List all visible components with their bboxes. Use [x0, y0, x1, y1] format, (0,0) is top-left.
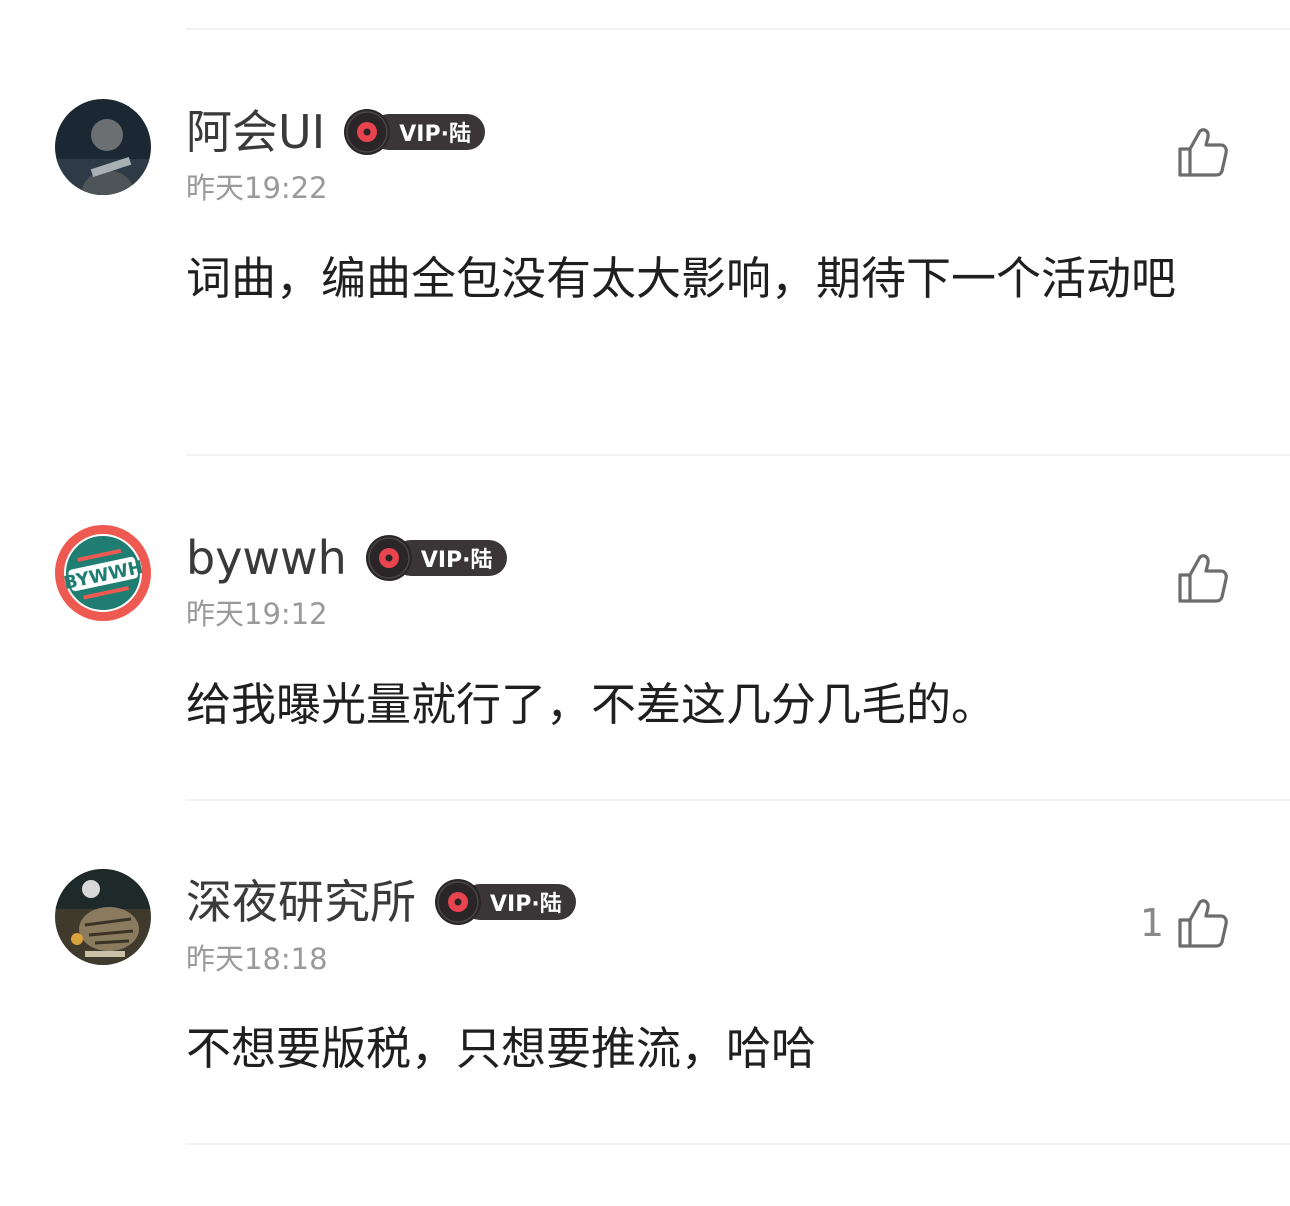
divider — [186, 799, 1290, 801]
comment-text: 不想要版税，只想要推流，哈哈 — [186, 1022, 817, 1075]
vinyl-record-icon — [344, 109, 391, 155]
divider — [186, 28, 1290, 30]
comment-text: 给我曝光量就行了，不差这几分几毛的。 — [186, 678, 997, 731]
thumbs-up-icon[interactable] — [1176, 125, 1230, 179]
like-count: 1 — [1139, 901, 1164, 945]
vip-badge[interactable]: VIP·陆 — [343, 108, 485, 156]
avatar[interactable]: BYWWH — [55, 525, 151, 621]
comment-header: 阿会UI VIP·陆 — [186, 102, 485, 162]
comment-time: 昨天18:18 — [186, 942, 328, 976]
vinyl-record-icon — [365, 535, 412, 581]
avatar[interactable] — [55, 869, 151, 965]
username[interactable]: bywwh — [186, 528, 347, 588]
thumbs-up-icon[interactable] — [1176, 896, 1230, 950]
divider — [186, 454, 1290, 456]
comment-header: bywwh VIP·陆 — [186, 528, 507, 588]
like-button[interactable] — [1164, 122, 1230, 182]
username[interactable]: 阿会UI — [186, 102, 325, 162]
comment-time: 昨天19:12 — [186, 597, 328, 631]
vip-badge[interactable]: VIP·陆 — [365, 534, 507, 582]
vinyl-record-icon — [435, 879, 481, 925]
like-button[interactable] — [1164, 548, 1230, 608]
comment-text: 词曲，编曲全包没有太大影响，期待下一个活动吧 — [186, 252, 1177, 305]
comment-time: 昨天19:22 — [186, 171, 328, 205]
vip-badge[interactable]: VIP·陆 — [434, 878, 576, 926]
thumbs-up-icon[interactable] — [1176, 551, 1230, 605]
like-button[interactable]: 1 — [1140, 893, 1230, 953]
avatar[interactable] — [55, 99, 151, 195]
divider — [186, 1143, 1290, 1145]
comment-header: 深夜研究所 VIP·陆 — [186, 872, 576, 932]
username[interactable]: 深夜研究所 — [186, 872, 416, 932]
